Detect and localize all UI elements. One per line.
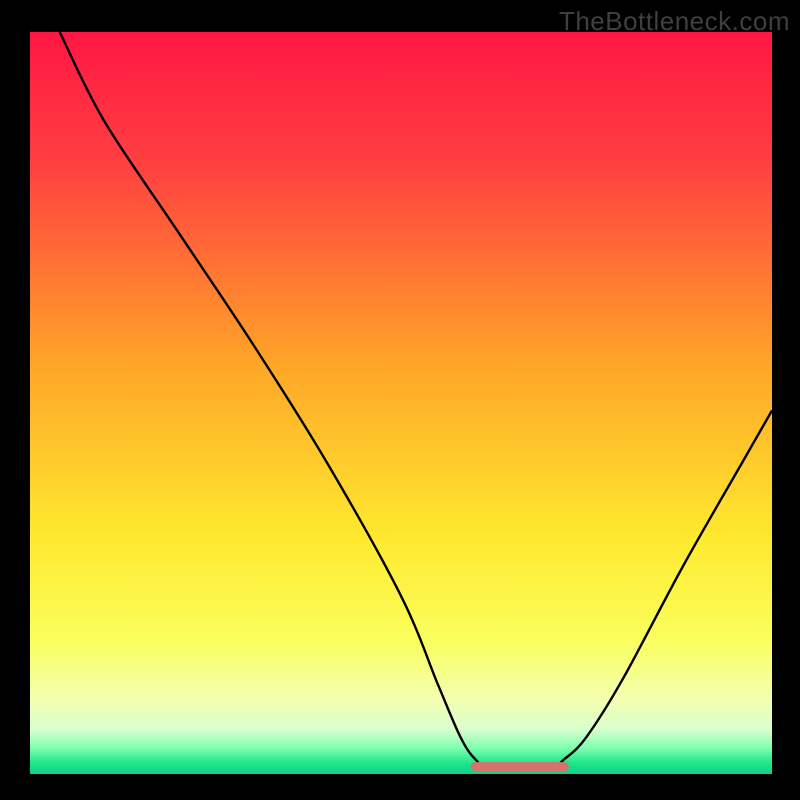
- chart-frame: TheBottleneck.com: [0, 0, 800, 800]
- watermark-text: TheBottleneck.com: [559, 6, 790, 37]
- bottleneck-chart: [0, 0, 800, 800]
- gradient-background: [30, 32, 772, 774]
